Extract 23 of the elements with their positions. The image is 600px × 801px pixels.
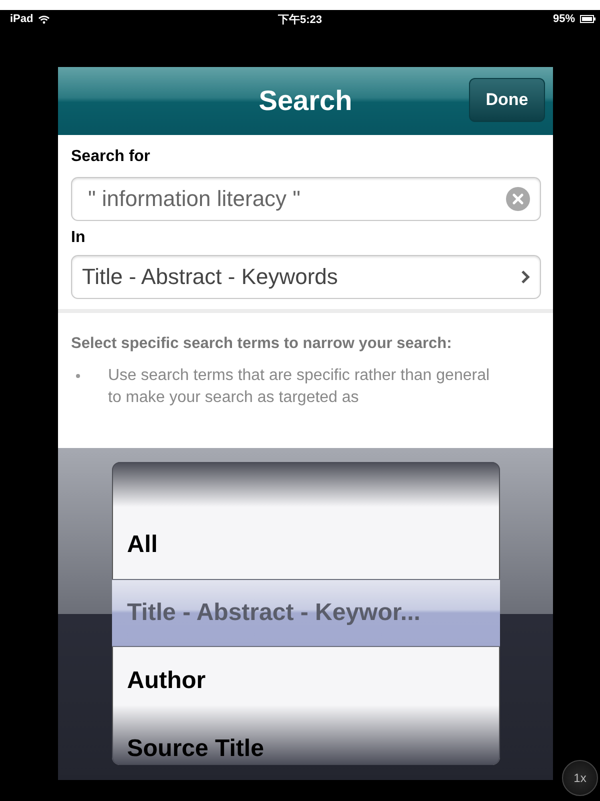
done-button[interactable]: Done xyxy=(469,78,545,122)
field-label: In xyxy=(71,229,86,248)
scope-select[interactable]: Title - Abstract - Keywords xyxy=(71,255,541,299)
search-value: " information literacy " xyxy=(88,186,300,212)
nav-title: Search xyxy=(258,85,352,117)
help-text: Use search terms that are specific rather than general to make your search as targeted as xyxy=(108,366,491,408)
help-heading: Select specific search terms to narrow your search: xyxy=(71,335,453,353)
picker-option[interactable]: Source Title xyxy=(112,715,500,765)
battery-percent: 95% xyxy=(552,13,575,25)
picker-wheel[interactable]: All Title - Abstract - Keywor... Author Source Title xyxy=(112,462,500,765)
bullet-dot xyxy=(76,374,80,378)
field-label: Search for xyxy=(71,148,152,167)
search-field[interactable]: " information literacy " xyxy=(71,177,541,221)
device-name: iPad xyxy=(10,13,34,25)
scope-value: Title - Abstract - Keywords xyxy=(82,264,338,290)
clock-time: 下午5:23 xyxy=(278,12,322,26)
chevron-icon xyxy=(521,270,530,284)
clear-icon[interactable] xyxy=(506,187,530,211)
picker-option[interactable]: Author xyxy=(112,647,500,715)
picker-option[interactable]: All xyxy=(112,511,500,579)
wifi-icon xyxy=(38,14,50,24)
battery-icon xyxy=(580,15,596,23)
zoom-button[interactable]: 1x xyxy=(562,760,598,796)
